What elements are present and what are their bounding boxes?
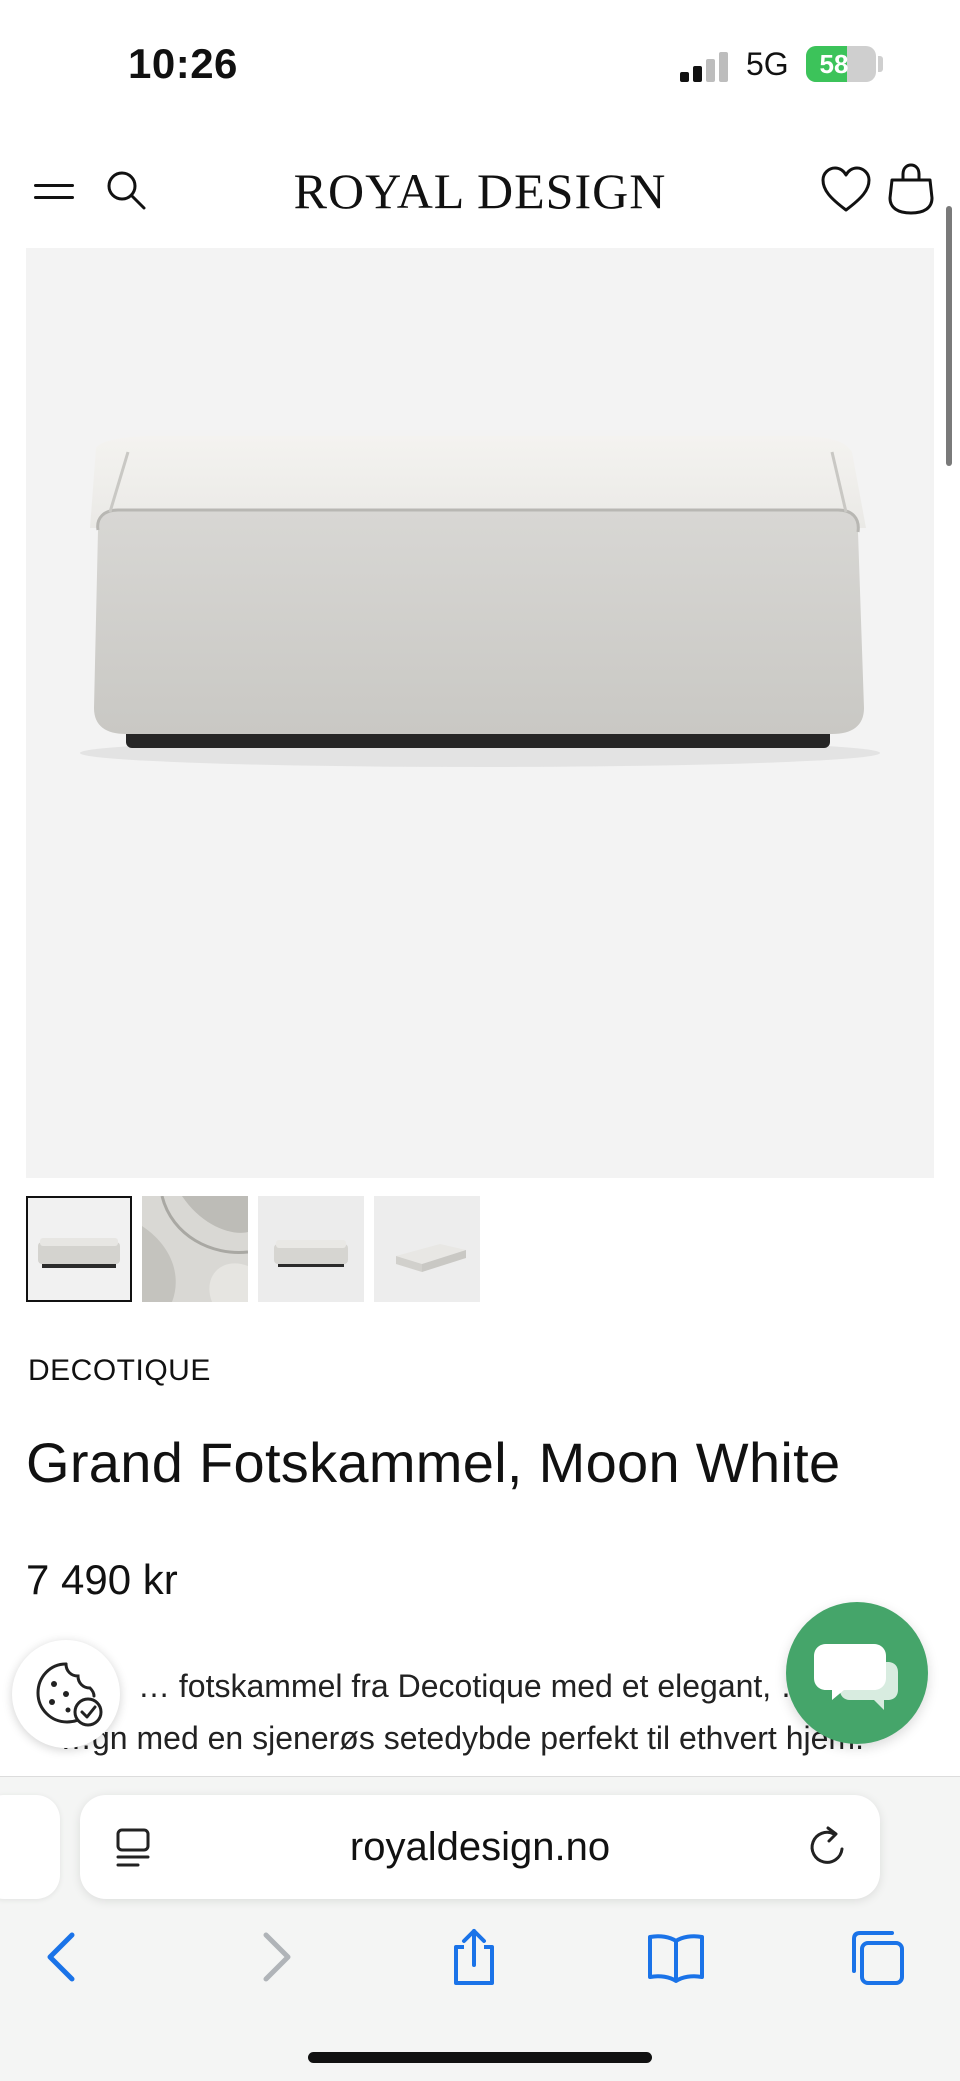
previous-tab-preview[interactable]: [0, 1795, 60, 1899]
chat-bubbles-icon: [814, 1644, 898, 1710]
product-brand[interactable]: DECOTIQUE: [28, 1354, 211, 1388]
thumbnail-4[interactable]: [374, 1196, 480, 1302]
battery-cap: [878, 56, 883, 72]
product-price: 7 490 kr: [26, 1556, 178, 1603]
battery-percent: 58: [819, 49, 849, 79]
bookmarks-icon[interactable]: [646, 1927, 706, 1987]
cookie-settings-button[interactable]: [12, 1640, 120, 1748]
site-header: ROYAL DESIGN: [0, 150, 960, 230]
page-menu-icon[interactable]: [114, 1827, 154, 1869]
forward-icon[interactable]: [244, 1927, 304, 1987]
home-indicator[interactable]: [308, 2052, 652, 2063]
reload-icon[interactable]: [806, 1825, 850, 1869]
menu-icon[interactable]: [34, 178, 78, 206]
product-title: Grand Fotskammel, Moon White: [26, 1431, 841, 1494]
chat-button[interactable]: [786, 1602, 928, 1744]
network-type: 5G: [746, 46, 789, 82]
cookie-settings-icon: [36, 1662, 103, 1727]
ottoman-illustration: [80, 436, 880, 767]
browser-chrome: royaldesign.no: [0, 1776, 960, 2081]
signal-icon: [680, 50, 732, 82]
address-bar[interactable]: royaldesign.no: [80, 1795, 880, 1899]
status-time: 10:26: [128, 40, 238, 87]
site-logo[interactable]: ROYAL DESIGN: [220, 162, 740, 220]
url-text[interactable]: royaldesign.no: [200, 1825, 760, 1870]
thumbnail-2[interactable]: [142, 1196, 248, 1302]
back-icon[interactable]: [34, 1927, 94, 1987]
shopping-bag-icon[interactable]: [886, 162, 936, 216]
thumbnail-1[interactable]: [26, 1196, 132, 1302]
thumbnail-strip: [26, 1196, 934, 1302]
heart-icon[interactable]: [820, 166, 872, 214]
product-image[interactable]: [26, 248, 934, 1178]
share-icon[interactable]: [444, 1927, 504, 1987]
thumbnail-3[interactable]: [258, 1196, 364, 1302]
battery-icon: 58: [806, 46, 876, 82]
status-bar: 10:26 5G 58: [0, 0, 960, 130]
search-icon[interactable]: [104, 168, 148, 212]
page-scrollbar[interactable]: [946, 206, 952, 466]
tabs-icon[interactable]: [848, 1927, 908, 1987]
